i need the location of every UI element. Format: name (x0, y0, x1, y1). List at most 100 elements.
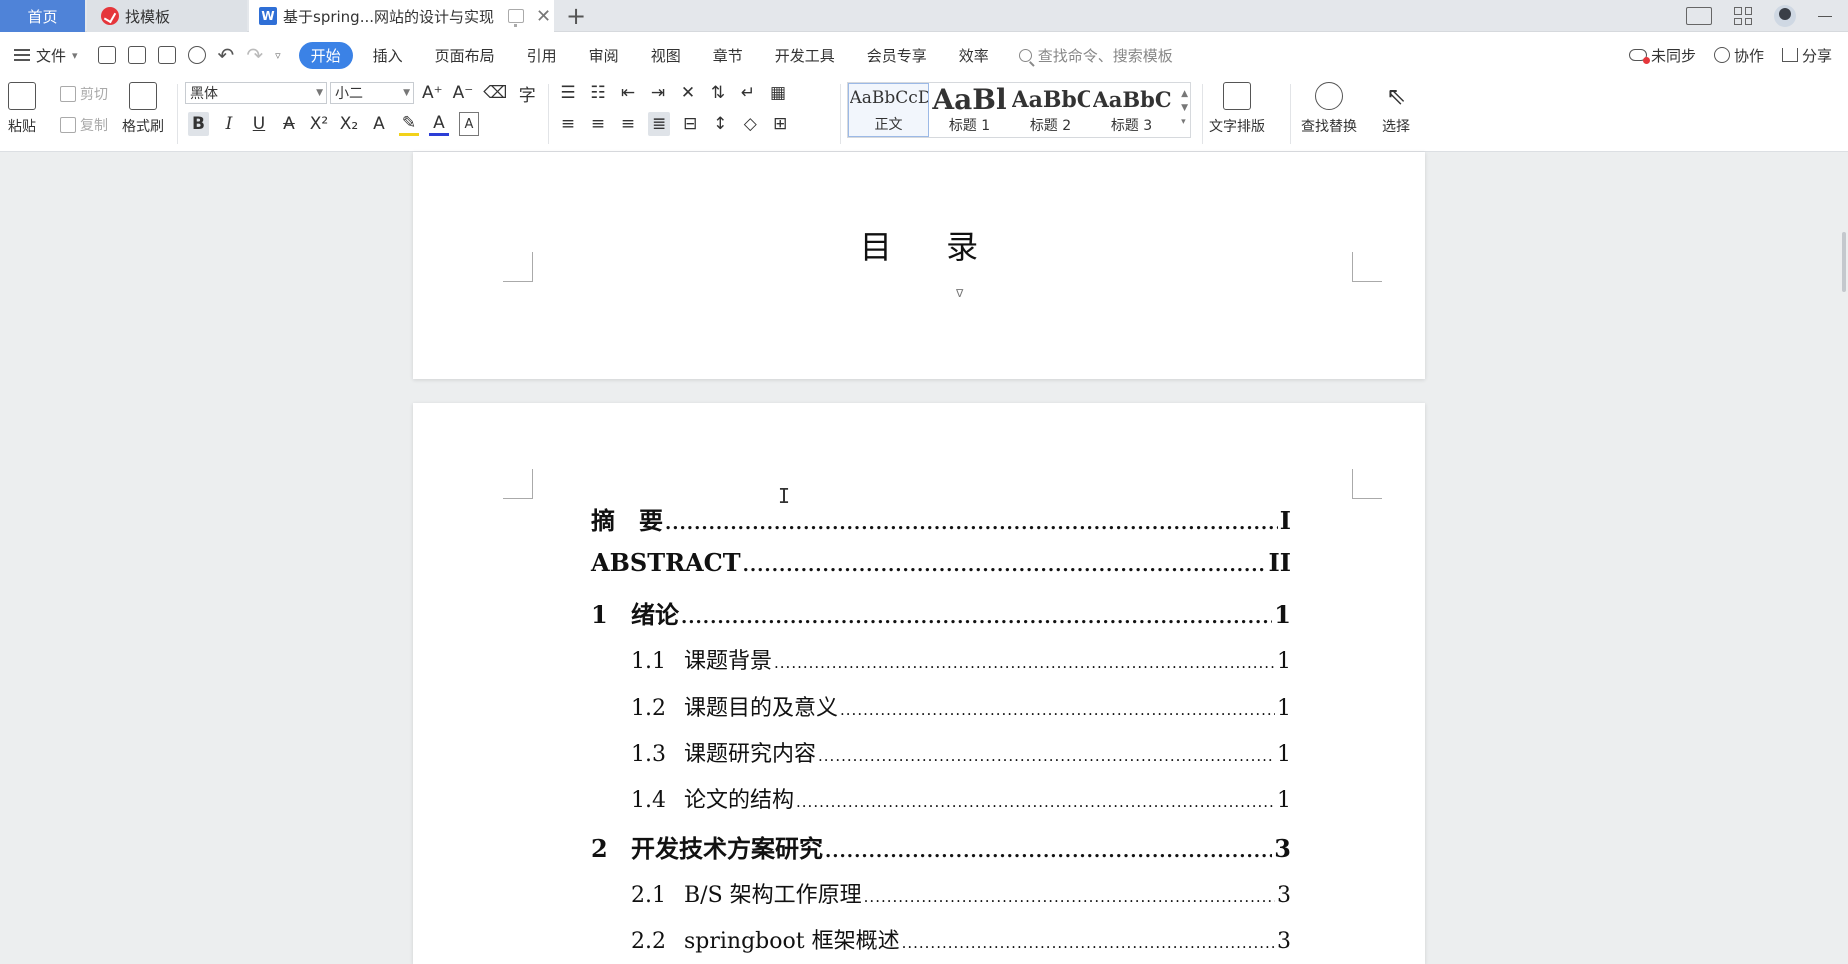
tab-home[interactable]: 首页 (0, 0, 85, 32)
increase-indent-icon[interactable]: ⇥ (648, 81, 668, 105)
style-heading-1[interactable]: AaBl 标题 1 (929, 83, 1010, 137)
style-heading-2-sample: AaBbC (1011, 87, 1090, 113)
save-icon[interactable] (97, 46, 116, 64)
document-page-2[interactable]: 摘 要 I ABSTRACT II 1 绪论 1 1.1 课题背景 1 1.2 … (413, 403, 1425, 964)
tab-member[interactable]: 会员专享 (851, 45, 943, 66)
decrease-indent-icon[interactable]: ⇤ (618, 81, 638, 105)
copy-button[interactable]: 复制 (60, 115, 108, 135)
customize-toolbar-icon[interactable]: ▿ (275, 49, 281, 62)
export-pdf-icon[interactable] (127, 46, 146, 64)
tab-page-layout[interactable]: 页面布局 (419, 45, 511, 66)
chinese-layout-icon[interactable]: ✕ (678, 81, 698, 105)
tab-review[interactable]: 审阅 (573, 45, 635, 66)
tab-document[interactable]: W 基于spring...网站的设计与实现 ✕ (249, 0, 554, 32)
phonetic-guide-icon[interactable]: 字 (517, 81, 537, 106)
toc-entry[interactable]: 2.1 B/S 架构工作原理 3 (631, 877, 1291, 909)
close-tab-icon[interactable]: ✕ (536, 6, 551, 27)
tab-document-label: 基于spring...网站的设计与实现 (283, 7, 495, 26)
tab-section[interactable]: 章节 (697, 45, 759, 66)
font-size-select[interactable]: 小二 ▼ (330, 82, 414, 104)
reading-mode-icon[interactable] (1686, 7, 1712, 25)
toc-entry[interactable]: 1.2 课题目的及意义 1 (631, 690, 1291, 722)
share-button[interactable]: 分享 (1781, 45, 1832, 66)
align-right-icon[interactable]: ≡ (618, 112, 638, 136)
toc-entry[interactable]: 2 开发技术方案研究 3 (591, 829, 1291, 864)
toc-entry[interactable]: 1.3 课题研究内容 1 (631, 736, 1291, 768)
tab-view[interactable]: 视图 (635, 45, 697, 66)
italic-icon[interactable]: I (219, 112, 239, 136)
paintbrush-icon (129, 82, 157, 110)
tab-insert[interactable]: 插入 (357, 45, 419, 66)
text-layout-icon (1223, 82, 1251, 110)
decrease-font-icon[interactable]: A⁻ (453, 81, 474, 105)
command-search[interactable]: 查找命令、搜索模板 (1018, 45, 1173, 66)
user-avatar-icon[interactable] (1774, 5, 1796, 27)
character-border-icon[interactable]: A (458, 112, 479, 136)
table-grid-icon[interactable]: ▦ (768, 81, 788, 105)
line-spacing-icon[interactable]: ↕ (710, 112, 730, 136)
toc-entry[interactable]: 2.2 springboot 框架概述 3 (631, 923, 1291, 955)
paste-button[interactable]: 粘贴 (8, 82, 36, 136)
toc-entry[interactable]: 1.4 论文的结构 1 (631, 782, 1291, 814)
font-name-select[interactable]: 黑体 ▼ (185, 82, 327, 104)
toc-entry[interactable]: 摘 要 I (591, 501, 1291, 536)
tab-home-label: 首页 (27, 7, 58, 26)
toc-entry-number: 1.2 (631, 696, 666, 721)
style-heading-2[interactable]: AaBbC 标题 2 (1010, 83, 1091, 137)
toc-entry[interactable]: 1.1 课题背景 1 (631, 643, 1291, 675)
borders-icon[interactable]: ⊞ (770, 112, 790, 136)
strikethrough-icon[interactable]: A (279, 112, 299, 136)
style-heading-3[interactable]: AaBbC 标题 3 (1091, 83, 1172, 137)
chevron-down-icon: ▼ (316, 88, 323, 98)
toc-entry[interactable]: ABSTRACT II (591, 548, 1291, 577)
highlight-icon[interactable]: ✎ (398, 112, 419, 136)
bold-icon[interactable]: B (188, 112, 209, 136)
bullet-list-icon[interactable]: ☰ (558, 81, 578, 105)
collaborate-button[interactable]: 协作 (1713, 45, 1764, 66)
select-button[interactable]: ⇖ 选择 (1382, 82, 1410, 136)
underline-icon[interactable]: U (249, 112, 269, 136)
sort-icon[interactable]: ⇅ (708, 81, 728, 105)
justify-icon[interactable]: ≣ (648, 112, 671, 136)
font-color-icon[interactable]: A (428, 112, 449, 136)
print-icon[interactable] (157, 46, 176, 64)
redo-icon[interactable]: ↷ (246, 43, 263, 67)
cut-button[interactable]: 剪切 (60, 84, 108, 104)
find-replace-button[interactable]: 查找替换 (1301, 82, 1357, 136)
sync-status-button[interactable]: 未同步 (1628, 45, 1696, 66)
shading-icon[interactable]: ◇ (740, 112, 760, 136)
tab-efficiency[interactable]: 效率 (943, 45, 1005, 66)
undo-icon[interactable]: ↶ (218, 43, 235, 67)
text-layout-button[interactable]: 文字排版 (1209, 82, 1265, 136)
vertical-scrollbar[interactable] (1836, 152, 1848, 964)
subscript-icon[interactable]: X₂ (339, 112, 359, 136)
gallery-scroll[interactable]: ▲ ▼ ▾ (1181, 87, 1188, 129)
monitor-icon[interactable] (508, 9, 525, 27)
superscript-icon[interactable]: X² (309, 112, 329, 136)
toc-leader (902, 929, 1275, 954)
tab-templates[interactable]: 找模板 (87, 0, 247, 32)
scrollbar-thumb[interactable] (1842, 232, 1846, 292)
align-left-icon[interactable]: ≡ (558, 112, 578, 136)
format-painter-button[interactable]: 格式刷 (122, 82, 164, 136)
distributed-align-icon[interactable]: ⊟ (680, 112, 700, 136)
show-marks-icon[interactable]: ↵ (738, 81, 758, 105)
file-menu[interactable]: 文件 ▾ (14, 45, 78, 66)
style-normal[interactable]: AaBbCcD 正文 (848, 83, 929, 137)
tab-developer[interactable]: 开发工具 (759, 45, 851, 66)
toc-entry[interactable]: 1 绪论 1 (591, 595, 1291, 630)
document-page-1[interactable]: 目 录 ∇ (413, 152, 1425, 379)
align-center-icon[interactable]: ≡ (588, 112, 608, 136)
apps-grid-icon[interactable] (1734, 7, 1752, 25)
minimize-icon[interactable] (1818, 15, 1832, 17)
text-effect-icon[interactable]: A (369, 112, 389, 136)
clear-format-icon[interactable]: ⌫ (483, 81, 507, 105)
print-preview-icon[interactable] (187, 46, 206, 64)
increase-font-icon[interactable]: A⁺ (422, 81, 443, 105)
tab-references[interactable]: 引用 (511, 45, 573, 66)
font-size-value: 小二 (335, 86, 363, 102)
numbered-list-icon[interactable]: ☷ (588, 81, 608, 105)
toc-heading: 目 录 (859, 228, 1001, 266)
new-tab-icon[interactable]: + (566, 2, 586, 30)
tab-start[interactable]: 开始 (298, 41, 353, 69)
